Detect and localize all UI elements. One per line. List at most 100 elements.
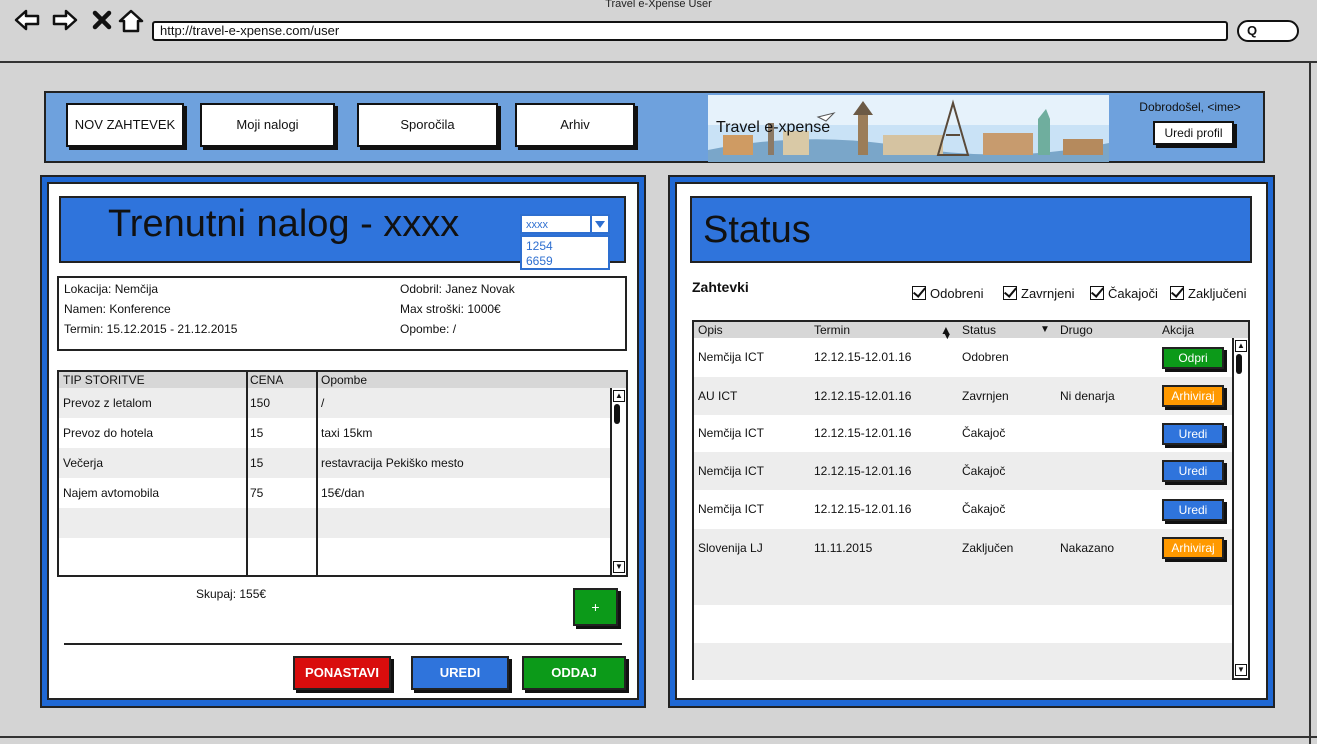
- window-title: Travel e-Xpense User: [605, 0, 712, 10]
- request-term: 12.12.15-12.01.16: [814, 389, 912, 403]
- row-action-button[interactable]: Uredi: [1162, 460, 1224, 482]
- submit-button[interactable]: ODDAJ: [522, 656, 626, 690]
- table-row[interactable]: Prevoz z letalom 150 /: [59, 388, 610, 418]
- request-term: 12.12.15-12.01.16: [814, 426, 912, 440]
- request-other: Nakazano: [1060, 541, 1115, 555]
- service-price: 75: [250, 486, 264, 500]
- filter-label: Zavrnjeni: [1021, 286, 1075, 301]
- new-request-button[interactable]: NOV ZAHTEVEK: [66, 103, 184, 147]
- row-action-button[interactable]: Uredi: [1162, 499, 1224, 521]
- scroll-down-icon[interactable]: ▼: [613, 561, 625, 573]
- filter-pending[interactable]: Čakajoči: [1090, 284, 1158, 301]
- order-info-box: Lokacija: Nemčija Namen: Konference Term…: [57, 276, 627, 351]
- row-action-button[interactable]: Uredi: [1162, 423, 1224, 445]
- column-header: Termin: [814, 323, 851, 337]
- messages-button[interactable]: Sporočila: [357, 103, 498, 147]
- current-order-title: Trenutni nalog - xxxx: [108, 203, 460, 245]
- reset-button[interactable]: PONASTAVI: [293, 656, 391, 690]
- total-amount: Skupaj: 155€: [196, 587, 267, 601]
- column-header: TIP STORITVE: [63, 373, 145, 387]
- right-edge: [1309, 62, 1311, 744]
- request-description: Nemčija ICT: [698, 464, 765, 478]
- column-header: Akcija: [1162, 323, 1195, 337]
- filter-label: Zaključeni: [1188, 286, 1247, 301]
- info-purpose: Namen: Konference: [64, 302, 171, 316]
- url-bar[interactable]: http://travel-e-xpense.com/user: [152, 21, 1228, 41]
- filter-label: Čakajoči: [1108, 286, 1158, 301]
- filter-dropdown-icon[interactable]: ▼: [1040, 322, 1050, 338]
- filter-closed[interactable]: Zaključeni: [1170, 284, 1247, 301]
- requests-scrollbar[interactable]: ▲ ▼: [1232, 338, 1248, 678]
- column-divider: [316, 372, 318, 575]
- services-table: TIP STORITVE CENA Opombe Prevoz z letalo…: [57, 370, 628, 577]
- order-option[interactable]: 6659: [526, 254, 553, 268]
- table-header: Opis Termin ▲▼ Status ▼ Drugo Akcija: [694, 322, 1248, 341]
- info-max-cost: Max stroški: 1000€: [400, 302, 501, 316]
- chevron-down-icon[interactable]: [590, 216, 608, 232]
- requests-table: Opis Termin ▲▼ Status ▼ Drugo Akcija Nem…: [692, 320, 1250, 680]
- request-description: Nemčija ICT: [698, 502, 765, 516]
- table-row[interactable]: Nemčija ICT 12.12.15-12.01.16 Odobren Odpri: [694, 338, 1232, 377]
- order-selector[interactable]: xxxx: [520, 214, 610, 234]
- filter-approved[interactable]: Odobreni: [912, 284, 983, 301]
- table-row[interactable]: Prevoz do hotela 15 taxi 15km: [59, 418, 610, 448]
- my-orders-button[interactable]: Moji nalogi: [200, 103, 335, 147]
- request-status: Čakajoč: [962, 502, 1006, 516]
- scroll-down-icon[interactable]: ▼: [1235, 664, 1247, 676]
- toolbar-divider: [0, 61, 1317, 63]
- column-header: Drugo: [1060, 323, 1093, 337]
- scroll-thumb[interactable]: [614, 404, 620, 424]
- service-price: 150: [250, 396, 271, 410]
- order-option[interactable]: 1254: [526, 239, 553, 253]
- back-icon[interactable]: [14, 9, 40, 35]
- table-row[interactable]: Večerja 15 restavracija Pekiško mesto: [59, 448, 610, 478]
- request-term: 11.11.2015: [814, 541, 873, 555]
- request-description: AU ICT: [698, 389, 738, 403]
- table-row-empty: [59, 508, 610, 538]
- home-icon[interactable]: [118, 9, 144, 37]
- filter-label: Odobreni: [930, 286, 984, 301]
- filter-rejected[interactable]: Zavrnjeni: [1003, 284, 1074, 301]
- scroll-up-icon[interactable]: ▲: [1235, 340, 1247, 352]
- table-row-empty: [694, 605, 1232, 643]
- forward-icon[interactable]: [52, 9, 78, 35]
- table-header: TIP STORITVE CENA Opombe: [59, 372, 626, 388]
- service-note: 15€/dan: [321, 486, 365, 500]
- info-approved-by: Odobril: Janez Novak: [400, 282, 515, 296]
- row-action-button[interactable]: Arhiviraj: [1162, 537, 1224, 559]
- table-row-empty: [59, 538, 610, 568]
- search-box[interactable]: Q: [1237, 20, 1299, 42]
- checkbox-checked-icon[interactable]: [912, 286, 926, 300]
- info-notes: Opombe: /: [400, 322, 457, 336]
- scroll-thumb[interactable]: [1236, 354, 1242, 374]
- table-row[interactable]: AU ICT 12.12.15-12.01.16 Zavrnjen Ni denarj…: [694, 377, 1232, 415]
- row-action-button[interactable]: Arhiviraj: [1162, 385, 1224, 407]
- checkbox-checked-icon[interactable]: [1170, 286, 1184, 300]
- divider-line: [64, 643, 622, 645]
- service-type: Prevoz z letalom: [63, 396, 152, 410]
- row-action-button[interactable]: Odpri: [1162, 347, 1224, 369]
- table-row[interactable]: Najem avtomobila 75 15€/dan: [59, 478, 610, 508]
- stop-icon[interactable]: [92, 9, 112, 35]
- scroll-up-icon[interactable]: ▲: [613, 390, 625, 402]
- column-header: Opis: [698, 323, 723, 337]
- add-service-button[interactable]: +: [573, 588, 618, 626]
- table-row[interactable]: Nemčija ICT 12.12.15-12.01.16 Čakajoč Uredi: [694, 452, 1232, 490]
- table-row-empty: [694, 567, 1232, 605]
- service-price: 15: [250, 456, 264, 470]
- service-note: restavracija Pekiško mesto: [321, 456, 464, 470]
- table-row[interactable]: Nemčija ICT 12.12.15-12.01.16 Čakajoč Uredi: [694, 490, 1232, 529]
- checkbox-checked-icon[interactable]: [1003, 286, 1017, 300]
- sort-icon[interactable]: ▲▼: [940, 322, 961, 341]
- archive-button[interactable]: Arhiv: [515, 103, 635, 147]
- checkbox-checked-icon[interactable]: [1090, 286, 1104, 300]
- edit-button[interactable]: UREDI: [411, 656, 509, 690]
- service-type: Večerja: [63, 456, 104, 470]
- table-row[interactable]: Slovenija LJ 11.11.2015 Zaključen Nakazano A…: [694, 529, 1232, 567]
- edit-profile-button[interactable]: Uredi profil: [1153, 121, 1234, 145]
- request-term: 12.12.15-12.01.16: [814, 502, 912, 516]
- table-row[interactable]: Nemčija ICT 12.12.15-12.01.16 Čakajoč Uredi: [694, 415, 1232, 452]
- service-type: Najem avtomobila: [63, 486, 160, 500]
- requests-label: Zahtevki: [692, 279, 749, 295]
- services-scrollbar[interactable]: ▲ ▼: [610, 388, 626, 575]
